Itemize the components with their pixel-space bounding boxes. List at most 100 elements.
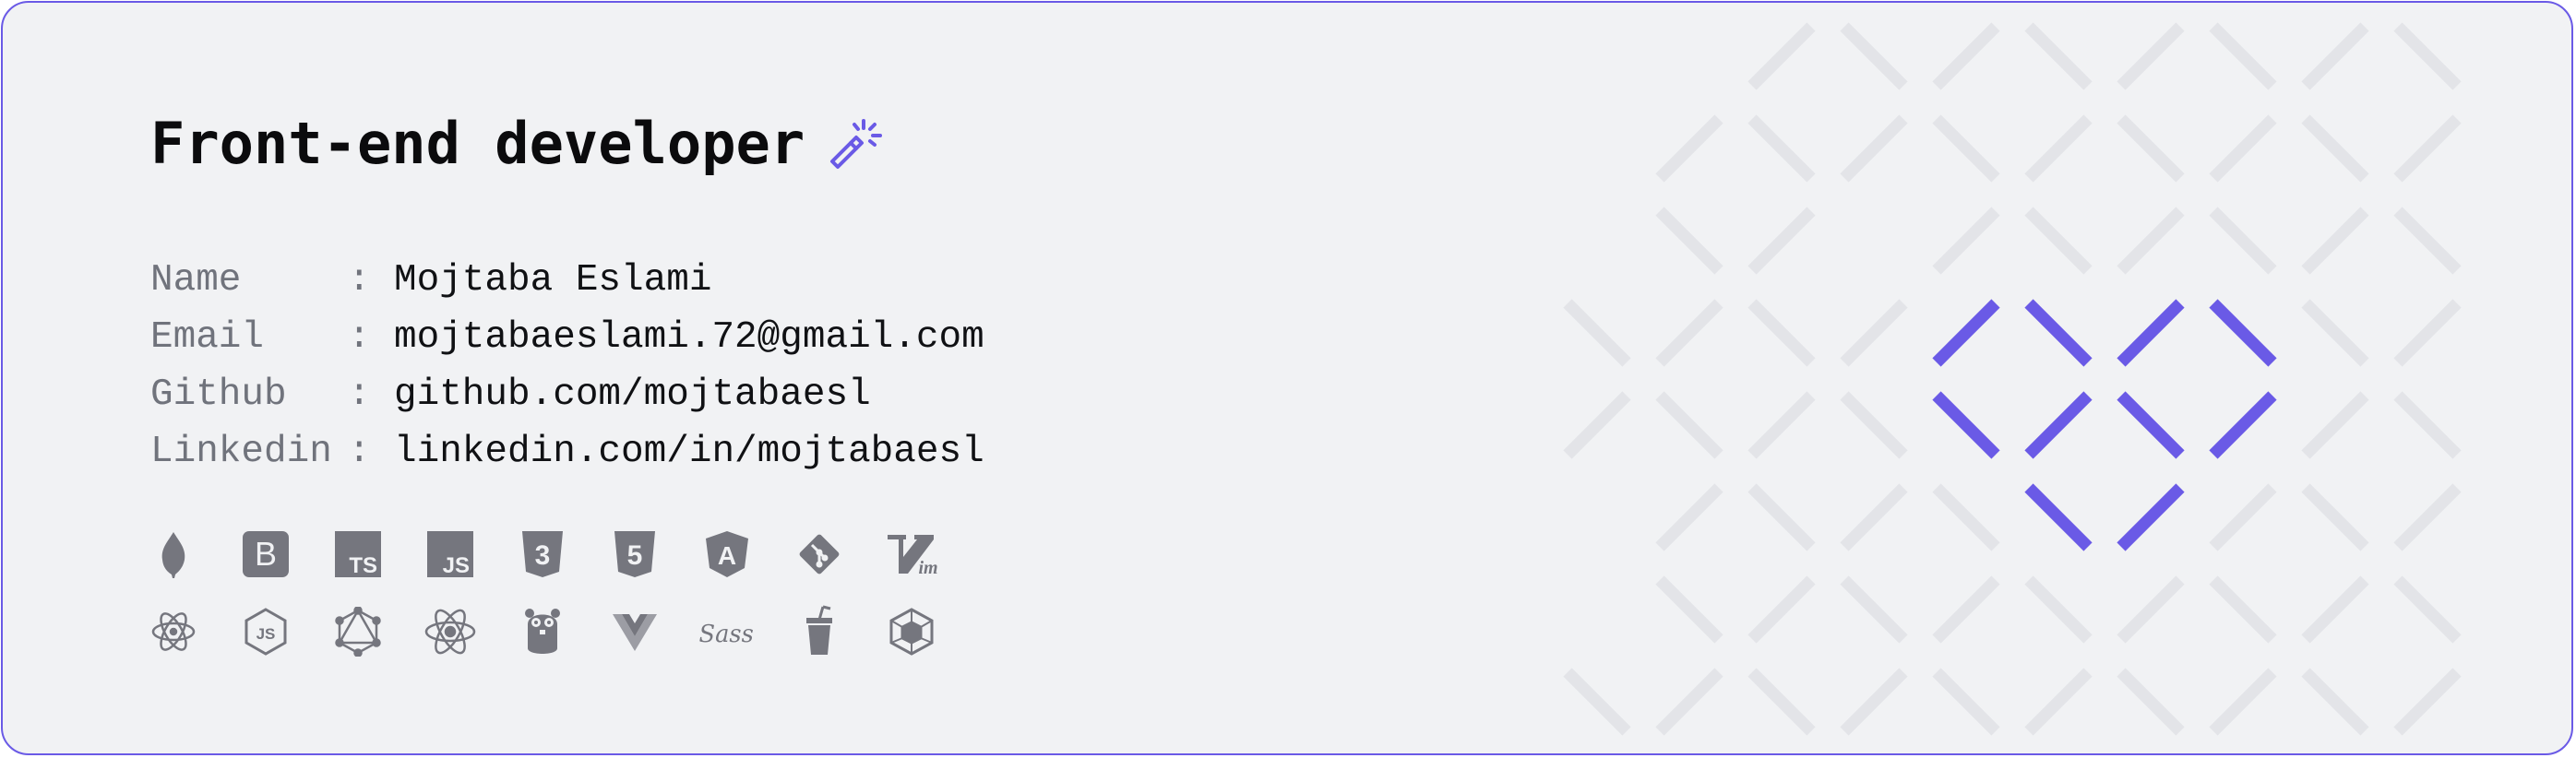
pattern-stroke (2301, 391, 2369, 459)
svg-text:Sass: Sass (699, 621, 754, 648)
github-label: Github (150, 373, 287, 416)
golang-gopher-icon (515, 604, 570, 659)
linkedin-value[interactable]: linkedin.com/in/mojtabaesl (394, 423, 984, 480)
pattern-stroke (1840, 391, 1908, 459)
pattern-stroke (2209, 114, 2277, 183)
pattern-stroke (1747, 668, 1816, 736)
svg-text:B: B (255, 535, 277, 573)
pattern-stroke (2301, 668, 2369, 736)
pattern-stroke (2393, 391, 2462, 459)
pattern-stroke (1747, 391, 1816, 459)
pattern-stroke (2117, 22, 2185, 90)
pattern-stroke (1840, 22, 1908, 90)
pattern-stroke (2301, 483, 2369, 551)
pattern-stroke (2301, 22, 2369, 90)
pattern-stroke (2393, 483, 2462, 551)
svg-text:TS: TS (349, 553, 377, 578)
angular-icon: A (699, 527, 755, 582)
email-value[interactable]: mojtabaeslami.72@gmail.com (394, 309, 984, 366)
magic-wand-icon (830, 119, 883, 169)
pattern-stroke (1932, 114, 2000, 183)
tech-icons-row-1: B TS JS 3 5 A im (146, 527, 976, 582)
svg-text:3: 3 (535, 540, 551, 571)
pattern-stroke (1840, 299, 1908, 367)
pattern-stroke (1840, 483, 1908, 551)
pattern-stroke (1563, 299, 1631, 367)
pattern-stroke (2117, 483, 2185, 551)
pattern-stroke (2301, 299, 2369, 367)
pattern-stroke (2117, 391, 2185, 459)
pattern-stroke (2024, 207, 2093, 275)
pattern-stroke (2301, 114, 2369, 183)
pattern-stroke (1655, 668, 1723, 736)
pattern-stroke (2024, 668, 2093, 736)
tech-icons-row-2: JS Sass (146, 604, 976, 659)
pattern-stroke (1747, 483, 1816, 551)
pattern-stroke (2117, 299, 2185, 367)
tech-stack-icons: B TS JS 3 5 A im JS Sass (146, 527, 976, 681)
name-label: Name (150, 259, 242, 302)
html5-icon: 5 (607, 527, 662, 582)
profile-card: Front-end developer Name : Mojtaba Eslam… (1, 1, 2573, 755)
pattern-stroke (2393, 668, 2462, 736)
pattern-stroke (2117, 114, 2185, 183)
css3-icon: 3 (515, 527, 570, 582)
linkedin-separator: : (348, 431, 371, 473)
vim-icon: im (884, 527, 939, 582)
pattern-stroke (1932, 299, 2000, 367)
info-row-name: Name : Mojtaba Eslami (150, 252, 984, 309)
pattern-stroke (2393, 22, 2462, 90)
contact-info: Name : Mojtaba Eslami Email : mojtabaesl… (150, 252, 984, 480)
pattern-stroke (2209, 483, 2277, 551)
nodejs-icon: JS (238, 604, 293, 659)
pattern-stroke (1840, 114, 1908, 183)
pattern-stroke (2209, 575, 2277, 644)
pattern-stroke (2209, 391, 2277, 459)
name-separator: : (348, 259, 371, 302)
webpack-icon (884, 604, 939, 659)
pattern-stroke (2393, 114, 2462, 183)
graphql-icon (330, 604, 386, 659)
pattern-stroke (1932, 483, 2000, 551)
name-value: Mojtaba Eslami (394, 259, 712, 302)
pattern-stroke (2209, 668, 2277, 736)
pattern-stroke (1655, 575, 1723, 644)
react-icon (423, 604, 478, 659)
pattern-stroke (2117, 668, 2185, 736)
pattern-stroke (1655, 299, 1723, 367)
pattern-stroke (1932, 22, 2000, 90)
electron-icon (146, 604, 201, 659)
sass-icon: Sass (699, 604, 755, 659)
vue-icon (607, 604, 662, 659)
pattern-stroke (1655, 391, 1723, 459)
pattern-stroke (2024, 114, 2093, 183)
pattern-stroke (1747, 207, 1816, 275)
mongodb-icon (146, 527, 201, 582)
pattern-stroke (1563, 668, 1631, 736)
linkedin-label: Linkedin (150, 431, 332, 473)
pattern-stroke (2024, 22, 2093, 90)
title-row: Front-end developer (150, 106, 886, 180)
pattern-stroke (2393, 575, 2462, 644)
pattern-stroke (2301, 575, 2369, 644)
pattern-stroke (2209, 299, 2277, 367)
pattern-stroke (2024, 575, 2093, 644)
pattern-stroke (1655, 114, 1723, 183)
git-icon (792, 527, 847, 582)
pattern-stroke (1747, 299, 1816, 367)
bootstrap-icon: B (238, 527, 293, 582)
pattern-stroke (2209, 22, 2277, 90)
pattern-stroke (1932, 207, 2000, 275)
typescript-icon: TS (330, 527, 386, 582)
pattern-stroke (1932, 668, 2000, 736)
pattern-stroke (1840, 668, 1908, 736)
svg-text:5: 5 (627, 540, 643, 571)
pattern-stroke (1747, 22, 1816, 90)
pattern-stroke (2024, 391, 2093, 459)
github-value[interactable]: github.com/mojtabaesl (394, 366, 871, 423)
github-separator: : (348, 373, 371, 416)
svg-text:im: im (918, 558, 937, 577)
info-row-linkedin: Linkedin : linkedin.com/in/mojtabaesl (150, 423, 984, 480)
pattern-stroke (1932, 575, 2000, 644)
svg-text:JS: JS (256, 625, 276, 643)
